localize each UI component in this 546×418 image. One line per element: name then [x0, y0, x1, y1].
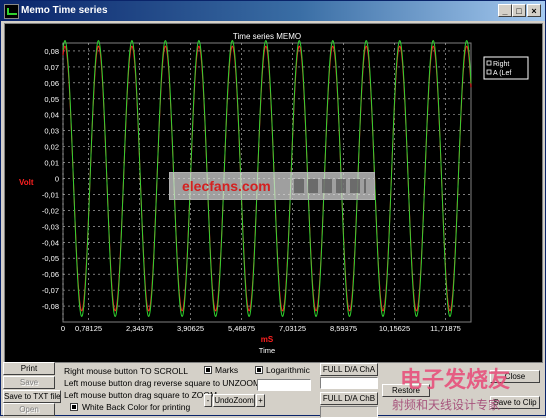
x-tick-label: 0,78125 — [75, 324, 102, 333]
legend-entry: Right — [493, 61, 509, 68]
cha-value-field[interactable] — [320, 377, 378, 389]
y-tick-label: 0,07 — [44, 63, 59, 72]
chb-value-field[interactable] — [320, 406, 378, 418]
y-tick-label: -0,08 — [42, 302, 59, 311]
log-input-field[interactable] — [257, 379, 311, 391]
watermark-glyphs — [294, 179, 366, 193]
y-tick-label: -0,05 — [42, 254, 59, 263]
x-tick-label: 0 — [61, 324, 65, 333]
window-title: Memo Time series — [21, 5, 108, 16]
y-tick-label: -0,04 — [42, 238, 59, 247]
y-tick-label: -0,06 — [42, 270, 59, 279]
close-icon[interactable]: × — [527, 4, 541, 17]
y-tick-label: 0,03 — [44, 127, 59, 136]
x-axis-label: Time — [259, 346, 275, 355]
marks-checkbox[interactable] — [204, 366, 212, 374]
save-txt-button[interactable]: Save to TXT file — [3, 390, 61, 403]
app-icon[interactable] — [4, 4, 19, 19]
x-tick-label: 7,03125 — [279, 324, 306, 333]
white-back-label: White Back Color for printing — [82, 402, 191, 412]
print-button[interactable]: Print — [3, 362, 55, 375]
marks-label: Marks — [215, 365, 239, 375]
x-tick-label: 3,90625 — [177, 324, 204, 333]
y-tick-label: -0,03 — [42, 222, 59, 231]
y-tick-label: 0,06 — [44, 79, 59, 88]
maximize-icon[interactable]: □ — [512, 4, 526, 17]
x-tick-label: 2,34375 — [126, 324, 153, 333]
y-tick-label: 0,02 — [44, 143, 59, 152]
zoom-plus-button[interactable]: + — [256, 394, 265, 407]
logarithmic-label: Logarithmic — [266, 365, 310, 375]
zoom-minus-button[interactable]: - — [204, 394, 212, 407]
x-tick-label: 10,15625 — [379, 324, 410, 333]
hint-zoom: Left mouse button drag square to ZOOM — [64, 390, 218, 400]
y-tick-label: -0,01 — [42, 190, 59, 199]
undo-zoom-button[interactable]: UndoZoom — [213, 394, 255, 407]
y-tick-label: -0,07 — [42, 286, 59, 295]
title-bar[interactable]: Memo Time series _ □ × — [1, 1, 545, 21]
x-tick-label: 11,71875 — [430, 324, 461, 333]
chart-title: Time series MEMO — [233, 32, 301, 41]
watermark-overlay: elecfans.com — [169, 172, 375, 200]
y-tick-label: 0,08 — [44, 47, 59, 56]
hint-unzoom: Left mouse button drag reverse square to… — [64, 378, 261, 388]
logarithmic-checkbox[interactable] — [255, 366, 263, 374]
full-da-chb-button[interactable]: FULL D/A ChB — [320, 392, 378, 405]
x-axis-unit: mS — [261, 335, 274, 344]
y-axis-label: Volt — [19, 178, 34, 187]
hint-scroll: Right mouse button TO SCROLL — [64, 366, 188, 376]
y-tick-label: 0,01 — [44, 159, 59, 168]
brand-watermark-top: 电子发烧友 — [400, 368, 511, 393]
app-window: Memo Time series _ □ × 0,08 0,07 0,06 0,05 0… — [0, 0, 546, 416]
x-tick-label: 5,46875 — [228, 324, 255, 333]
brand-watermark-bottom: 射频和天线设计专家 — [392, 398, 501, 412]
brand-watermark: 电子发烧友 射频和天线设计专家 — [392, 362, 544, 414]
x-tick-label: 8,59375 — [330, 324, 357, 333]
legend-entry: A (Lef — [493, 70, 511, 77]
y-tick-label: 0,05 — [44, 95, 59, 104]
full-da-cha-button[interactable]: FULL D/A ChA — [320, 363, 378, 376]
y-tick-label: -0,02 — [42, 206, 59, 215]
white-back-checkbox[interactable] — [70, 403, 78, 411]
save-button[interactable]: Save — [3, 376, 55, 389]
y-tick-label: 0 — [55, 175, 59, 184]
watermark-logo-text: elecfans.com — [182, 178, 271, 194]
open-button[interactable]: Open — [3, 403, 55, 416]
minimize-icon[interactable]: _ — [498, 4, 512, 17]
y-tick-label: 0,04 — [44, 111, 59, 120]
